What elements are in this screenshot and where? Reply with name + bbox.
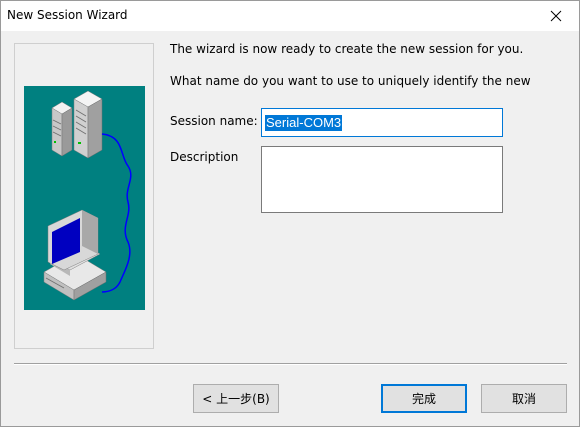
server-large-icon — [73, 90, 103, 159]
server-small-icon — [51, 101, 73, 157]
question-text: What name do you want to use to uniquely… — [170, 74, 531, 88]
session-name-label: Session name: — [170, 114, 258, 128]
close-icon — [550, 10, 562, 22]
session-name-input[interactable]: Serial-COM3 — [261, 108, 503, 137]
description-label: Description — [170, 150, 239, 164]
back-button[interactable]: < 上一步(B) — [193, 384, 279, 413]
separator — [14, 363, 567, 365]
session-name-value: Serial-COM3 — [265, 114, 343, 131]
intro-text: The wizard is now ready to create the ne… — [170, 42, 524, 56]
finish-button[interactable]: 完成 — [381, 384, 467, 413]
title-bar: New Session Wizard — [1, 1, 579, 31]
close-button[interactable] — [533, 1, 579, 31]
window-title: New Session Wizard — [7, 8, 128, 22]
cable-icon — [101, 133, 132, 293]
wizard-window: New Session Wizard The wizard is now rea… — [0, 0, 580, 427]
server-to-computer-connection-graphic — [24, 86, 145, 310]
cancel-button[interactable]: 取消 — [481, 384, 567, 413]
description-field[interactable] — [261, 146, 503, 213]
computer-icon — [43, 209, 107, 301]
side-panel — [14, 43, 154, 349]
